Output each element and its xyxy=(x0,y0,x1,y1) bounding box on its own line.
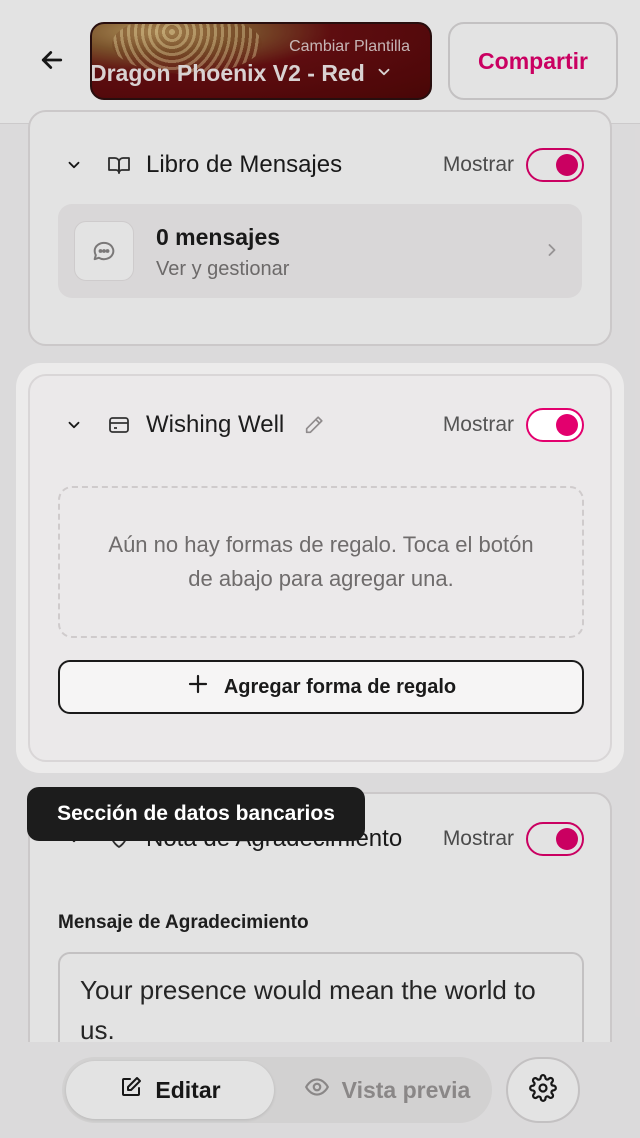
add-gift-method-label: Agregar forma de regalo xyxy=(223,675,457,698)
template-switcher[interactable]: Cambiar Plantilla Dragon Phoenix V2 - Re… xyxy=(90,22,432,100)
show-label: Mostrar xyxy=(442,413,514,436)
eye-icon xyxy=(304,1074,330,1106)
show-label: Mostrar xyxy=(442,827,514,850)
toggle-knob xyxy=(556,414,578,436)
change-template-hint: Cambiar Plantilla xyxy=(289,38,410,55)
credit-card-icon xyxy=(106,412,132,438)
guestbook-section: Libro de Mensajes Mostrar 0 mensajes Ver… xyxy=(28,110,612,346)
edit-tab-label: Editar xyxy=(155,1076,221,1103)
messages-subtitle: Ver y gestionar xyxy=(156,258,290,280)
chevron-down-icon[interactable] xyxy=(64,155,84,175)
mode-switcher: Editar Vista previa xyxy=(62,1057,492,1123)
top-header: Cambiar Plantilla Dragon Phoenix V2 - Re… xyxy=(0,0,640,124)
bottom-bar: Editar Vista previa xyxy=(0,1042,640,1138)
edit-tab[interactable]: Editar xyxy=(66,1061,274,1119)
book-open-icon xyxy=(106,152,132,178)
settings-button[interactable] xyxy=(506,1057,580,1123)
message-bubble-icon xyxy=(74,221,134,281)
thanks-toggle[interactable] xyxy=(526,822,584,856)
guestbook-header: Libro de Mensajes Mostrar xyxy=(30,140,610,190)
toggle-knob xyxy=(556,154,578,176)
wishing-well-header: Wishing Well Mostrar xyxy=(30,400,610,450)
template-name: Dragon Phoenix V2 - Red xyxy=(90,60,365,86)
plus-icon xyxy=(186,672,210,702)
empty-gift-methods: Aún no hay formas de regalo. Toca el bot… xyxy=(58,486,584,638)
chevron-right-icon xyxy=(542,240,562,265)
thanks-message-label: Mensaje de Agradecimiento xyxy=(58,912,309,933)
wishing-well-toggle[interactable] xyxy=(526,408,584,442)
guestbook-title: Libro de Mensajes xyxy=(146,151,343,178)
guestbook-toggle[interactable] xyxy=(526,148,584,182)
back-button[interactable] xyxy=(30,40,74,84)
tour-tooltip: Sección de datos bancarios xyxy=(27,787,365,841)
gear-icon xyxy=(529,1073,557,1107)
chevron-down-icon[interactable] xyxy=(64,415,84,435)
wishing-well-title: Wishing Well xyxy=(146,411,285,438)
pencil-icon[interactable] xyxy=(302,413,326,437)
preview-tab[interactable]: Vista previa xyxy=(292,1061,482,1119)
share-button[interactable]: Compartir xyxy=(448,22,618,100)
show-label: Mostrar xyxy=(442,153,514,176)
messages-count: 0 mensajes xyxy=(156,224,281,250)
wishing-well-section: Wishing Well Mostrar Aún no hay formas d… xyxy=(28,374,612,762)
preview-tab-label: Vista previa xyxy=(341,1076,471,1103)
edit-square-icon xyxy=(119,1075,143,1105)
messages-row[interactable]: 0 mensajes Ver y gestionar xyxy=(58,204,582,298)
arrow-left-icon xyxy=(37,45,67,80)
add-gift-method-button[interactable]: Agregar forma de regalo xyxy=(58,660,584,714)
toggle-knob xyxy=(556,828,578,850)
chevron-down-icon xyxy=(375,60,393,87)
template-name-row: Dragon Phoenix V2 - Red xyxy=(90,60,393,87)
